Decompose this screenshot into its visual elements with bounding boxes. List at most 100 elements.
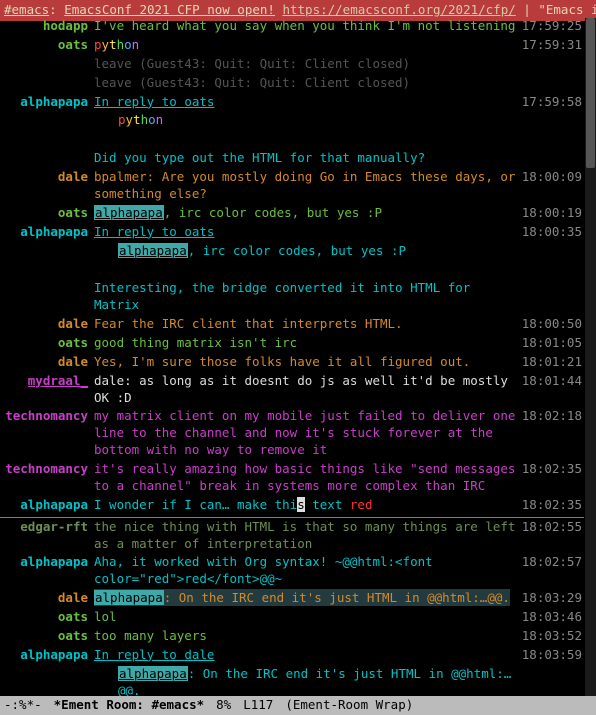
nick: oats	[2, 609, 94, 626]
timestamp: 18:03:29	[522, 590, 582, 607]
reply-nick[interactable]: oats	[184, 94, 214, 109]
modeline-flags: -:%*-	[4, 697, 42, 714]
chat-line: alphapapaIn reply to dale18:03:59	[0, 647, 584, 666]
chat-line: alphapapaAha, it worked with Org syntax!…	[0, 554, 584, 590]
timestamp: 17:59:25	[522, 18, 582, 35]
nick: mydraal_	[2, 373, 94, 390]
chat-line: dalealphapapa: On the IRC end it's just …	[0, 590, 584, 609]
chat-line: leave (Guest43: Quit: Quit: Client close…	[0, 56, 584, 75]
message-body: leave (Guest43: Quit: Quit: Client close…	[94, 75, 522, 92]
message-body: my matrix client on my mobile just faile…	[94, 408, 522, 459]
timestamp: 18:02:18	[522, 408, 582, 425]
mention[interactable]: alphapapa	[94, 205, 164, 220]
message-body: good thing matrix isn't irc	[94, 335, 522, 352]
reply-nick[interactable]: dale	[184, 647, 214, 662]
modeline-mode: (Ement-Room Wrap)	[285, 697, 413, 714]
nick: oats	[2, 37, 94, 54]
message-body: I wonder if I can… make this text red	[94, 497, 522, 514]
chat-line: edgar-rftthe nice thing with HTML is tha…	[0, 519, 584, 555]
message-body: Fear the IRC client that interprets HTML…	[94, 316, 522, 333]
modeline-buffer[interactable]: *Ement Room: #emacs*	[54, 697, 205, 714]
chat-line: technomancyit's really amazing how basic…	[0, 461, 584, 497]
in-reply-to[interactable]: In reply to	[94, 94, 184, 109]
timestamp: 18:03:59	[522, 647, 582, 664]
message-body: In reply to dale	[94, 647, 522, 664]
nick: oats	[2, 205, 94, 222]
chat-line: alphapapaI wonder if I can… make this te…	[0, 497, 584, 516]
topic-url[interactable]: https://emacsconf.org/2021/cfp/	[282, 2, 515, 17]
mention[interactable]: alphapapa	[118, 243, 188, 258]
topic-extra: "Emacs is a co	[538, 2, 596, 17]
timestamp: 18:00:50	[522, 316, 582, 333]
scrollbar-thumb[interactable]	[586, 18, 595, 168]
chat-line: oatsgood thing matrix isn't irc18:01:05	[0, 335, 584, 354]
reply-nick[interactable]: oats	[184, 224, 214, 239]
timestamp: 18:00:09	[522, 169, 582, 186]
message-body: dale: as long as it doesnt do js as well…	[94, 373, 522, 407]
nick: hodapp	[2, 18, 94, 35]
timestamp: 18:01:05	[522, 335, 582, 352]
nick: technomancy	[2, 461, 94, 478]
timestamp: 18:02:35	[522, 461, 582, 478]
message-body: Did you type out the HTML for that manua…	[94, 150, 522, 167]
nick: dale	[2, 316, 94, 333]
nick: alphapapa	[2, 94, 94, 111]
nick: dale	[2, 354, 94, 371]
message-body: alphapapa: On the IRC end it's just HTML…	[94, 590, 522, 607]
message-body: alphapapa, irc color codes, but yes :P	[94, 205, 522, 222]
message-body: Aha, it worked with Org syntax! ~@@html:…	[94, 554, 522, 588]
nick: technomancy	[2, 408, 94, 425]
mention[interactable]: alphapapa	[94, 590, 164, 605]
message-body: I've heard what you say when you think I…	[94, 18, 522, 35]
in-reply-to[interactable]: In reply to	[94, 224, 184, 239]
message-body: it's really amazing how basic things lik…	[94, 461, 522, 495]
modeline-percent: 8%	[216, 697, 231, 714]
channel-name[interactable]: #emacs	[4, 2, 49, 17]
mode-line: -:%*- *Ement Room: #emacs* 8% L117 (Emen…	[0, 696, 596, 715]
in-reply-to[interactable]: In reply to	[94, 647, 184, 662]
timestamp: 17:59:31	[522, 37, 582, 54]
chat-line: leave (Guest43: Quit: Quit: Client close…	[0, 75, 584, 94]
nick: alphapapa	[2, 224, 94, 241]
chat-line: daleYes, I'm sure those folks have it al…	[0, 354, 584, 373]
chat-line: Did you type out the HTML for that manua…	[0, 150, 584, 169]
chat-line: alphapapaIn reply to oats 18:00:35	[0, 224, 584, 243]
modeline-position: L117	[243, 697, 273, 714]
chat-line: technomancymy matrix client on my mobile…	[0, 408, 584, 461]
chat-line: Interesting, the bridge converted it int…	[0, 280, 584, 316]
chat-area[interactable]: hodappI've heard what you say when you t…	[0, 18, 584, 697]
mention[interactable]: alphapapa	[118, 666, 188, 681]
message-body: Interesting, the bridge converted it int…	[94, 280, 522, 314]
nick: alphapapa	[2, 554, 94, 571]
chat-line: mydraal_dale: as long as it doesnt do js…	[0, 373, 584, 409]
chat-line: oatspython17:59:31	[0, 37, 584, 56]
timestamp: 18:03:46	[522, 609, 582, 626]
chat-line: daleFear the IRC client that interprets …	[0, 316, 584, 335]
emacs-window: #emacs: EmacsConf 2021 CFP now open! htt…	[0, 0, 596, 715]
chat-line: hodappI've heard what you say when you t…	[0, 18, 584, 37]
chat-line: oatslol18:03:46	[0, 609, 584, 628]
nick: oats	[2, 628, 94, 645]
chat-line: alphapapaIn reply to oats17:59:58	[0, 94, 584, 113]
message-body: bpalmer: Are you mostly doing Go in Emac…	[94, 169, 522, 203]
message-body: too many layers	[94, 628, 522, 645]
message-body: python	[94, 37, 522, 54]
message-body: Yes, I'm sure those folks have it all fi…	[94, 354, 522, 371]
channel-topic: EmacsConf 2021 CFP now open!	[64, 2, 275, 17]
scrollbar[interactable]	[585, 18, 596, 697]
nick: dale	[2, 590, 94, 607]
message-body: In reply to oats	[94, 94, 522, 111]
message-body: the nice thing with HTML is that so many…	[94, 519, 522, 553]
nick: oats	[2, 335, 94, 352]
timestamp: 18:02:35	[522, 497, 582, 514]
message-body: lol	[94, 609, 522, 626]
timestamp: 18:02:57	[522, 554, 582, 571]
timestamp: 18:01:21	[522, 354, 582, 371]
nick: alphapapa	[2, 647, 94, 664]
timestamp: 18:02:55	[522, 519, 582, 536]
chat-line: oatsalphapapa, irc color codes, but yes …	[0, 205, 584, 224]
nick: dale	[2, 169, 94, 186]
nick: alphapapa	[2, 497, 94, 514]
chat-line: dalebpalmer: Are you mostly doing Go in …	[0, 169, 584, 205]
timestamp: 18:00:35	[522, 224, 582, 241]
